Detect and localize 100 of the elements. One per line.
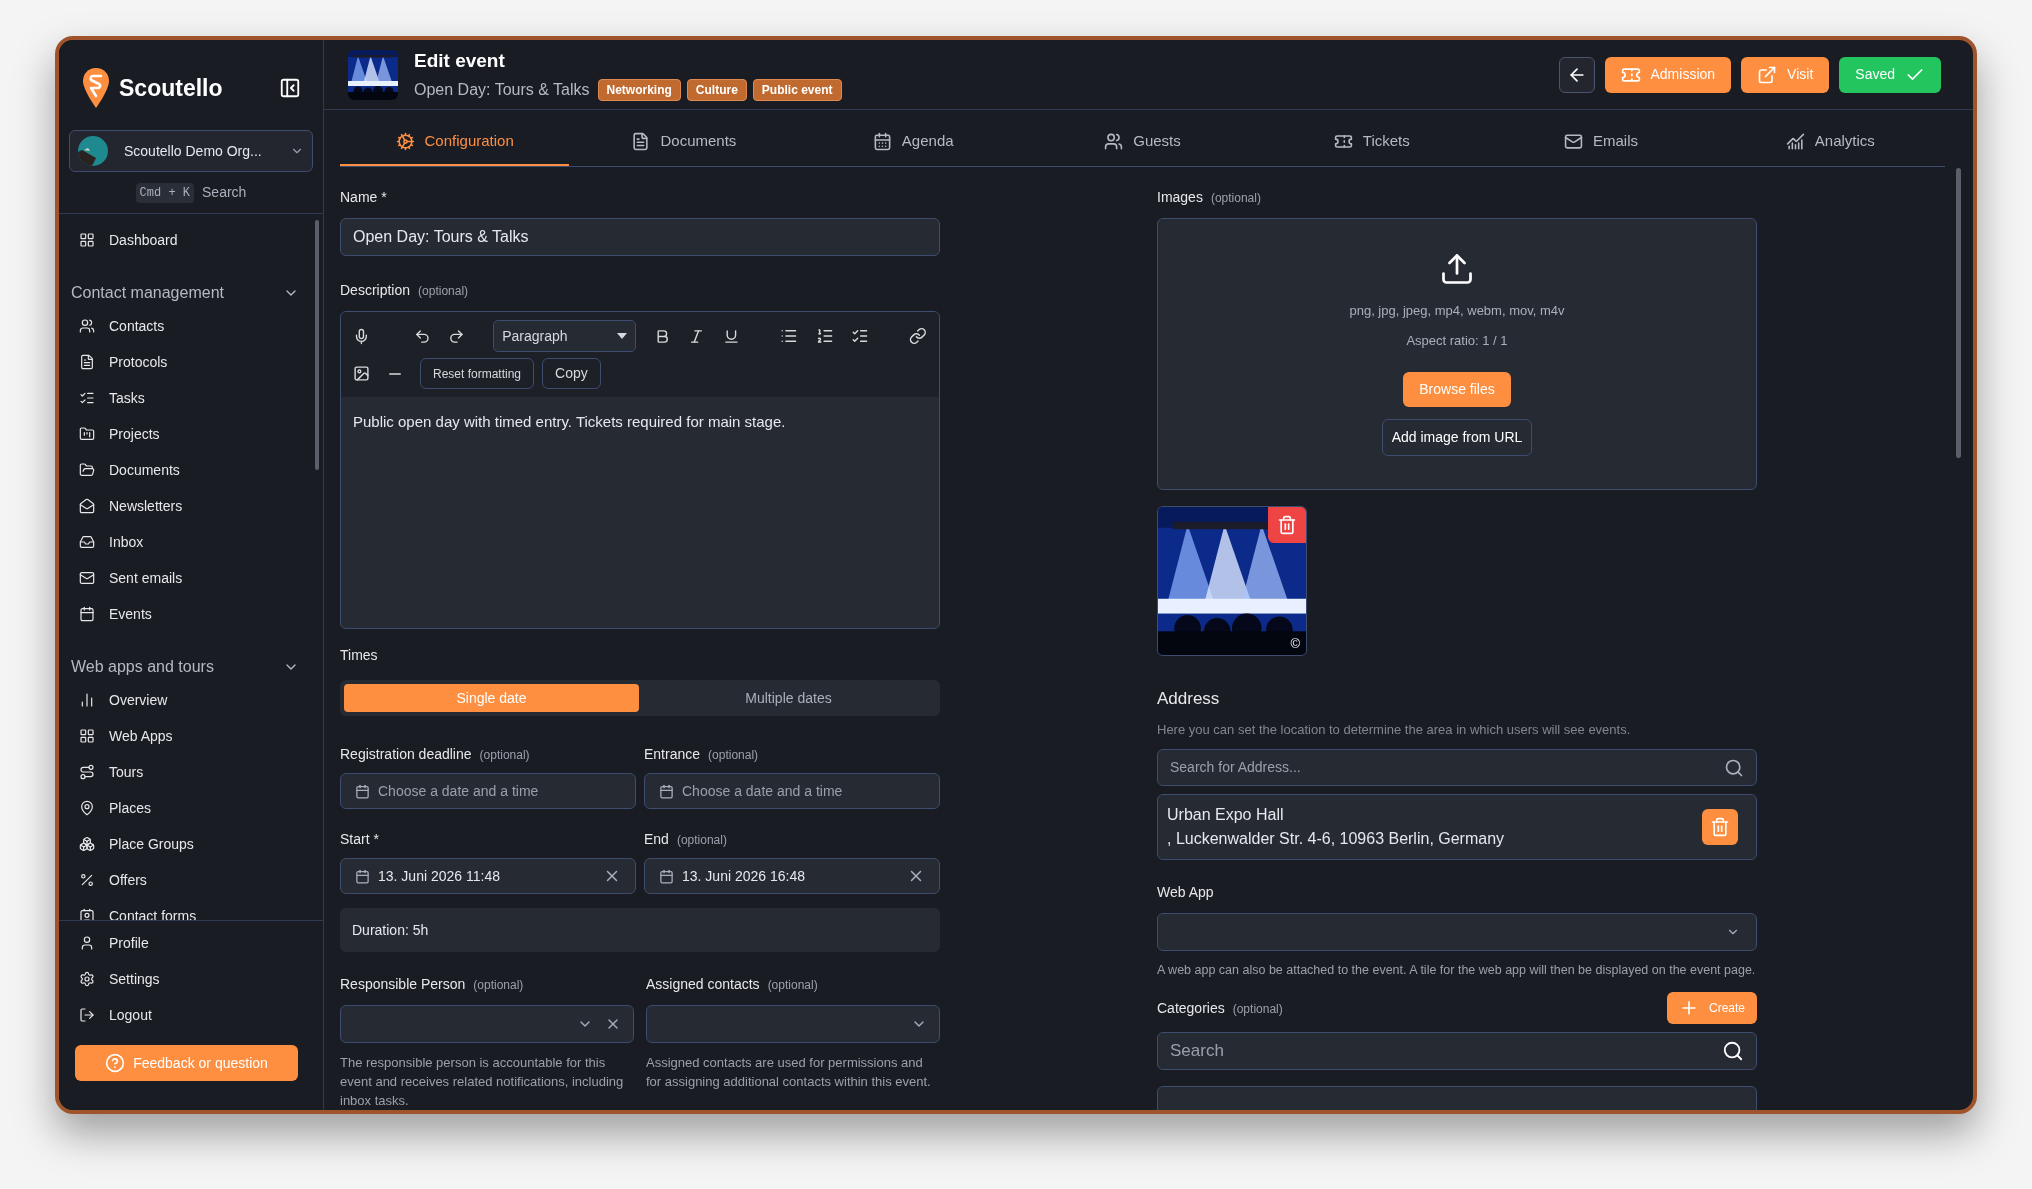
- sidebar-item[interactable]: Contacts: [69, 308, 313, 344]
- field-label: Images: [1157, 188, 1203, 207]
- search-icon: [1722, 1040, 1744, 1062]
- checklist-icon[interactable]: [851, 327, 870, 345]
- sidebar-item[interactable]: Documents: [69, 452, 313, 488]
- tag: Networking: [597, 78, 681, 101]
- item-icon: [79, 764, 95, 780]
- sidebar-item[interactable]: Tasks: [69, 380, 313, 416]
- sidebar-item[interactable]: Settings: [69, 961, 313, 997]
- field-label: Entrance: [644, 745, 701, 764]
- sidebar-item[interactable]: Newsletters: [69, 488, 313, 524]
- sidebar-item[interactable]: Inbox: [69, 524, 313, 560]
- item-icon: [79, 836, 95, 852]
- sidebar-item[interactable]: Web Apps: [69, 718, 313, 754]
- item-icon: [79, 872, 95, 888]
- item-icon: [79, 908, 95, 920]
- sidebar-item[interactable]: Contact forms: [69, 898, 313, 920]
- tab[interactable]: Analytics: [1715, 118, 1945, 166]
- item-icon: [79, 728, 95, 744]
- tab[interactable]: Tickets: [1257, 118, 1487, 166]
- calendar-icon: [355, 783, 370, 799]
- item-icon: [79, 426, 95, 442]
- date-time-field[interactable]: Choose a date and a time: [644, 773, 940, 809]
- tab-icon: [1564, 131, 1584, 151]
- tab[interactable]: Configuration: [340, 118, 570, 166]
- microphone-icon[interactable]: [353, 327, 370, 345]
- tab-icon: [631, 131, 651, 151]
- sidebar-item[interactable]: Tours: [69, 754, 313, 790]
- reset-formatting-button[interactable]: Reset formatting: [420, 358, 535, 389]
- item-icon: [79, 232, 95, 248]
- sidebar-item[interactable]: Places: [69, 790, 313, 826]
- tab[interactable]: Agenda: [798, 118, 1028, 166]
- collapse-sidebar-icon[interactable]: [279, 77, 301, 99]
- date-time-field[interactable]: 13. Juni 2026 16:48: [644, 858, 940, 894]
- sidebar-item[interactable]: Events: [69, 596, 313, 632]
- help-text: Assigned contacts are used for permissions and for assigning additional contacts within this event.: [646, 1054, 932, 1091]
- format-select[interactable]: Paragraph: [493, 320, 636, 352]
- organization-selector[interactable]: Scoutello Demo Org...: [69, 130, 313, 172]
- back-button[interactable]: [1558, 56, 1595, 93]
- search-icon: [1724, 757, 1744, 778]
- image-icon[interactable]: [353, 365, 370, 382]
- date-time-field[interactable]: 13. Juni 2026 11:48: [340, 858, 636, 894]
- help-icon: [105, 1053, 126, 1073]
- tag: Culture: [686, 78, 747, 101]
- bullet-list-icon[interactable]: [779, 327, 798, 345]
- field-label: Web App: [1157, 883, 1214, 902]
- category-search-field[interactable]: Search: [1157, 1032, 1757, 1070]
- tab[interactable]: Documents: [569, 118, 799, 166]
- optional-hint: (optional): [473, 977, 524, 994]
- calendar-icon: [659, 783, 674, 799]
- event-subtitle: Open Day: Tours & Talks: [414, 79, 590, 100]
- editor-text[interactable]: Public open day with timed entry. Tickets required for main stage.: [341, 397, 939, 434]
- sidebar-item[interactable]: Dashboard: [69, 222, 313, 258]
- item-icon: [79, 570, 95, 586]
- field-label: Registration deadline: [340, 745, 472, 764]
- address-search-field[interactable]: Search for Address...: [1157, 749, 1757, 786]
- date-time-field[interactable]: Choose a date and a time: [340, 773, 636, 809]
- trash-icon: [1710, 817, 1730, 837]
- field-label: Times: [340, 646, 378, 665]
- tab[interactable]: Emails: [1486, 118, 1716, 166]
- upload-dropzone[interactable]: png, jpg, jpeg, mp4, webm, mov, m4v Aspect ratio: 1 / 1 Browse files Add image from URL: [1157, 218, 1757, 490]
- shortcut-key: Cmd + K: [135, 182, 195, 203]
- optional-hint: (optional): [676, 832, 727, 849]
- numbered-list-icon[interactable]: [815, 327, 834, 345]
- sidebar-item[interactable]: Logout: [69, 997, 313, 1033]
- calendar-icon: [659, 868, 674, 884]
- optional-hint: (optional): [1232, 1000, 1283, 1018]
- sidebar-group-header[interactable]: Contact management: [69, 278, 313, 308]
- sidebar-item[interactable]: Overview: [69, 682, 313, 718]
- date-mode-tab[interactable]: Multiple dates: [641, 684, 936, 712]
- sidebar-item[interactable]: Offers: [69, 862, 313, 898]
- tab[interactable]: Guests: [1027, 118, 1258, 166]
- formats-text: png, jpg, jpeg, mp4, webm, mov, m4v: [1349, 302, 1565, 320]
- link-icon[interactable]: [909, 327, 927, 345]
- optional-hint: (optional): [418, 283, 469, 300]
- undo-icon[interactable]: [413, 327, 431, 345]
- underline-icon[interactable]: [723, 327, 740, 345]
- tag: Public event: [752, 78, 842, 101]
- sidebar-item[interactable]: Protocols: [69, 344, 313, 380]
- field-label: Assigned contacts: [646, 975, 760, 994]
- page-title: Edit event: [414, 49, 506, 74]
- sidebar-item[interactable]: Sent emails: [69, 560, 313, 596]
- delete-image-button[interactable]: [1268, 507, 1306, 543]
- field-label: Name *: [340, 188, 387, 207]
- delete-address-button[interactable]: [1702, 809, 1738, 845]
- copyright-mark: ©: [1290, 634, 1300, 653]
- search-link[interactable]: Search: [202, 182, 247, 203]
- address-line: , Luckenwalder Str. 4-6, 10963 Berlin, Germany: [1167, 829, 1505, 849]
- sidebar-item[interactable]: Profile: [69, 925, 313, 961]
- external-link-icon: [1757, 64, 1778, 85]
- copy-button[interactable]: Copy: [542, 358, 601, 389]
- name-field[interactable]: Open Day: Tours & Talks: [340, 218, 940, 256]
- sidebar-group-header[interactable]: Web apps and tours: [69, 652, 313, 682]
- item-icon: [79, 318, 95, 334]
- redo-icon[interactable]: [448, 327, 466, 345]
- add-image-url-button[interactable]: Add image from URL: [1381, 419, 1533, 456]
- sidebar-item[interactable]: Place Groups: [69, 826, 313, 862]
- sidebar-item[interactable]: Projects: [69, 416, 313, 452]
- field-label: Responsible Person: [340, 975, 466, 994]
- trash-icon: [1277, 515, 1297, 535]
